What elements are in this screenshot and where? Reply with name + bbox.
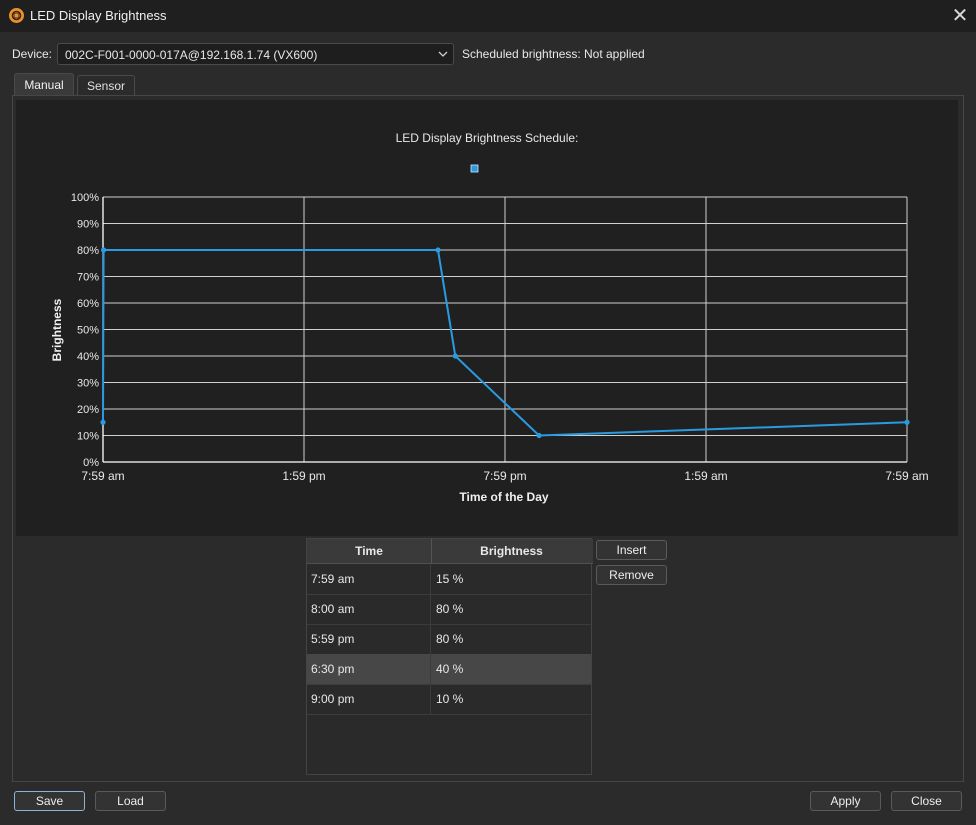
- close-button[interactable]: Close: [891, 791, 962, 811]
- brightness-cell[interactable]: 15 %: [431, 564, 591, 594]
- column-header-time[interactable]: Time: [307, 539, 432, 563]
- insert-button[interactable]: Insert: [596, 540, 667, 560]
- y-tick-label: 60%: [77, 298, 99, 310]
- brightness-chart: LED Display Brightness Schedule: 0% 10% 20…: [16, 100, 958, 536]
- data-point: [452, 353, 458, 359]
- data-point: [435, 247, 441, 253]
- close-icon[interactable]: ✕: [948, 4, 972, 28]
- brightness-cell[interactable]: 10 %: [431, 684, 591, 714]
- time-cell[interactable]: 5:59 pm: [307, 624, 431, 654]
- load-button[interactable]: Load: [95, 791, 166, 811]
- time-cell[interactable]: 6:30 pm: [307, 654, 431, 684]
- tab-manual[interactable]: Manual: [14, 73, 74, 96]
- app-logo-icon: [9, 8, 24, 23]
- y-tick-label: 80%: [77, 245, 99, 257]
- x-tick-label: 1:59 am: [684, 469, 727, 483]
- y-tick-label: 50%: [77, 325, 99, 337]
- y-tick-label: 30%: [77, 378, 99, 390]
- chart-title: LED Display Brightness Schedule:: [396, 131, 579, 145]
- table-header: Time Brightness: [307, 539, 593, 564]
- column-header-brightness[interactable]: Brightness: [432, 539, 591, 563]
- chevron-down-icon: [437, 47, 449, 64]
- y-tick-label: 10%: [77, 431, 99, 443]
- chart-svg: LED Display Brightness Schedule: 0% 10% 20…: [50, 131, 929, 504]
- device-select-value: 002C-F001-0000-017A@192.168.1.74 (VX600): [65, 48, 318, 62]
- schedule-table: Time Brightness 7:59 am 15 % 8:00 am 80 …: [306, 538, 593, 775]
- brightness-cell[interactable]: 80 %: [431, 624, 591, 654]
- apply-button[interactable]: Apply: [810, 791, 881, 811]
- data-point: [904, 419, 910, 425]
- brightness-cell[interactable]: 40 %: [431, 654, 591, 684]
- remove-button[interactable]: Remove: [596, 565, 667, 585]
- y-tick-label: 40%: [77, 351, 99, 363]
- y-tick-label: 70%: [77, 272, 99, 284]
- y-axis-label: Brightness: [50, 298, 64, 361]
- scheduled-brightness-value: Not applied: [584, 47, 645, 61]
- y-tick-label: 0%: [83, 457, 99, 469]
- table-row[interactable]: 9:00 pm 10 %: [307, 684, 591, 715]
- device-select[interactable]: 002C-F001-0000-017A@192.168.1.74 (VX600): [57, 43, 454, 65]
- title-bar: LED Display Brightness ✕: [0, 0, 976, 32]
- data-point: [100, 247, 107, 253]
- scheduled-brightness-label: Scheduled brightness:: [462, 47, 581, 61]
- x-axis-label: Time of the Day: [459, 490, 548, 504]
- brightness-cell[interactable]: 80 %: [431, 594, 591, 624]
- window-title: LED Display Brightness: [30, 8, 167, 23]
- legend-swatch: [470, 164, 479, 173]
- x-tick-label: 1:59 pm: [282, 469, 325, 483]
- x-tick-label: 7:59 am: [81, 469, 124, 483]
- y-tick-label: 100%: [71, 192, 99, 204]
- data-point: [536, 432, 542, 439]
- table-row-selected[interactable]: 6:30 pm 40 %: [307, 654, 591, 685]
- y-tick-label: 20%: [77, 404, 99, 416]
- time-cell[interactable]: 8:00 am: [307, 594, 431, 624]
- table-row[interactable]: 8:00 am 80 %: [307, 594, 591, 625]
- table-row[interactable]: 5:59 pm 80 %: [307, 624, 591, 655]
- device-label: Device:: [12, 47, 53, 61]
- y-tick-label: 90%: [77, 219, 99, 231]
- x-tick-label: 7:59 pm: [483, 469, 526, 483]
- x-tick-label: 7:59 am: [885, 469, 928, 483]
- table-row[interactable]: 7:59 am 15 %: [307, 564, 591, 595]
- save-button[interactable]: Save: [14, 791, 85, 811]
- data-point: [100, 419, 106, 425]
- time-cell[interactable]: 7:59 am: [307, 564, 431, 594]
- time-cell[interactable]: 9:00 pm: [307, 684, 431, 714]
- tab-sensor[interactable]: Sensor: [77, 75, 135, 96]
